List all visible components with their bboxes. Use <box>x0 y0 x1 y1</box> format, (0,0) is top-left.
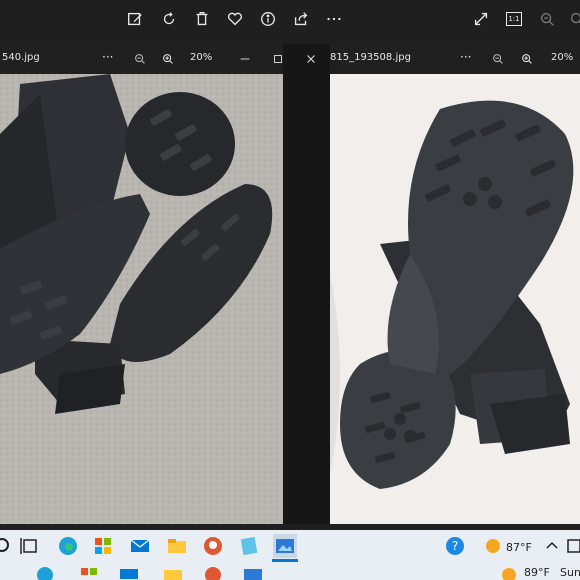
right-boot-photo <box>330 74 580 524</box>
right-zoom-out-icon[interactable] <box>490 51 506 67</box>
task-view-icon[interactable] <box>18 534 42 558</box>
right-photo-window: 815_193508.jpg ··· 20% <box>330 44 580 524</box>
edge-icon[interactable] <box>56 534 80 558</box>
delete-icon[interactable] <box>192 9 212 29</box>
main-toolbar: 1:1 <box>0 0 580 38</box>
zoom-out-icon[interactable] <box>537 9 557 29</box>
more-icon[interactable] <box>324 9 344 29</box>
chevron-up-icon[interactable] <box>540 534 564 558</box>
store-icon[interactable] <box>91 534 115 558</box>
maximize-icon[interactable] <box>270 51 283 67</box>
weather-sun-icon-2[interactable] <box>498 563 520 580</box>
favorite-icon[interactable] <box>225 9 245 29</box>
minimize-icon[interactable] <box>237 51 253 67</box>
weather-sun-icon[interactable] <box>481 534 505 558</box>
photos-icon-2[interactable] <box>242 563 264 580</box>
mail-icon[interactable] <box>128 534 152 558</box>
temperature[interactable]: 87°F <box>506 541 532 554</box>
file-explorer-icon-2[interactable] <box>162 563 184 580</box>
temperature-2[interactable]: 89°F <box>524 566 550 579</box>
window-gap <box>283 44 330 524</box>
edge-icon-2[interactable] <box>34 563 56 580</box>
share-icon[interactable] <box>291 9 311 29</box>
store-icon-2[interactable] <box>78 563 100 580</box>
actual-size-icon[interactable]: 1:1 <box>504 9 524 29</box>
weather-day: Sunn <box>560 566 580 579</box>
zoom-in-icon[interactable] <box>567 9 580 29</box>
mail-icon-2[interactable] <box>118 563 140 580</box>
expand-icon[interactable] <box>471 9 491 29</box>
left-zoom-level: 20% <box>190 52 213 63</box>
right-more-button[interactable]: ··· <box>460 50 471 64</box>
right-zoom-level: 20% <box>551 52 574 63</box>
duckduckgo-icon-2[interactable] <box>202 563 224 580</box>
svg-text:?: ? <box>452 539 458 553</box>
left-zoom-out-icon[interactable] <box>132 51 148 67</box>
left-file-name: 540.jpg <box>2 52 40 63</box>
left-window-titlebar: 540.jpg ··· 20% <box>0 44 283 74</box>
left-boot-photo <box>0 74 283 524</box>
right-zoom-in-icon[interactable] <box>519 51 535 67</box>
info-icon[interactable] <box>258 9 278 29</box>
help-icon[interactable]: ? <box>443 534 467 558</box>
actual-size-label: 1:1 <box>506 12 522 26</box>
search-icon[interactable] <box>0 534 18 558</box>
taskbar: ? 87°F <box>0 530 580 562</box>
rotate-icon[interactable] <box>159 9 179 29</box>
secondary-taskbar: 89°F Sunn <box>0 562 580 580</box>
photos-icon[interactable] <box>273 534 297 558</box>
network-icon[interactable] <box>562 534 580 558</box>
notepad-icon[interactable] <box>237 534 261 558</box>
edit-image-icon[interactable] <box>125 9 145 29</box>
left-photo-window: 540.jpg ··· 20% <box>0 44 283 524</box>
left-zoom-in-icon[interactable] <box>160 51 176 67</box>
right-file-name: 815_193508.jpg <box>330 52 411 63</box>
close-icon[interactable] <box>303 51 319 67</box>
right-window-titlebar: 815_193508.jpg ··· 20% <box>330 44 580 74</box>
left-more-button[interactable]: ··· <box>102 50 113 64</box>
duckduckgo-icon[interactable] <box>201 534 225 558</box>
file-explorer-icon[interactable] <box>165 534 189 558</box>
